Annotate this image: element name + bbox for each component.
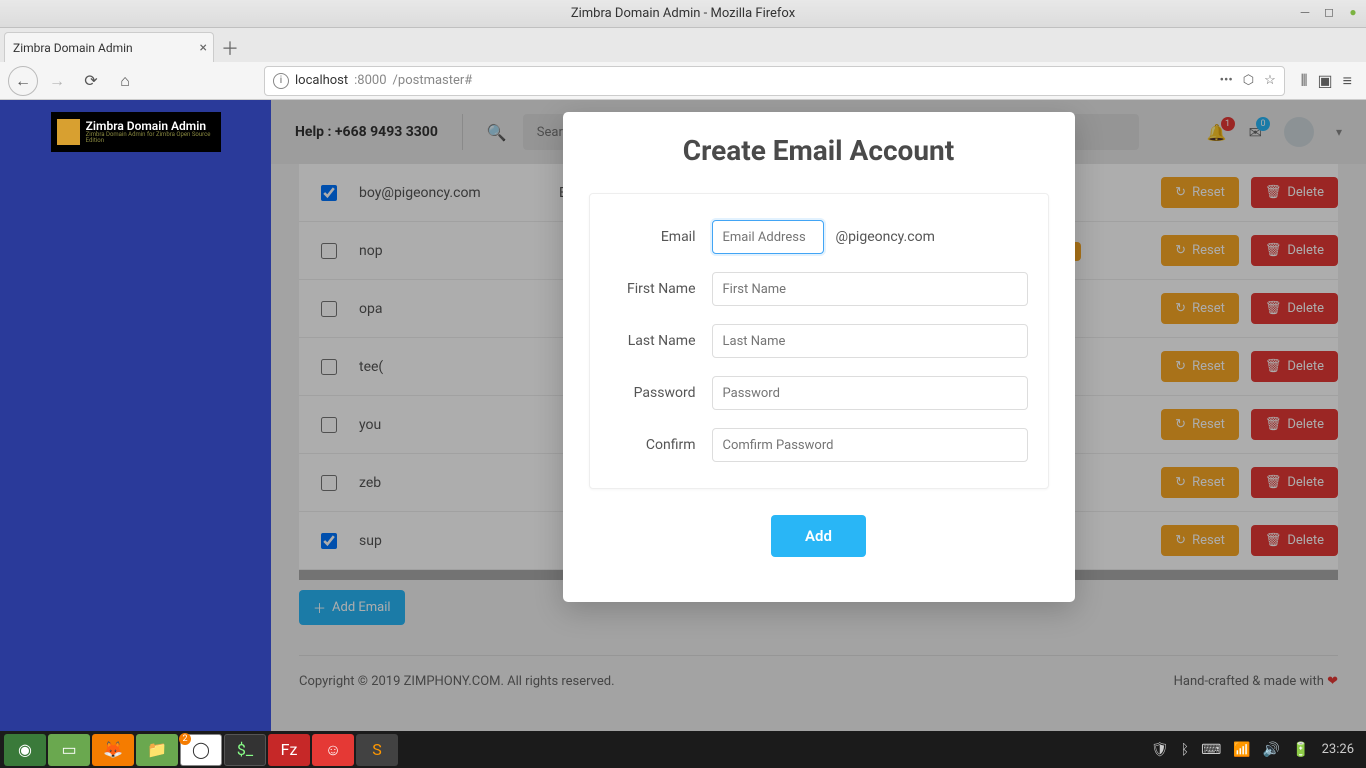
create-account-modal: Create Email Account Email @pigeoncy.com…	[563, 112, 1075, 602]
password-input[interactable]	[712, 376, 1028, 410]
email-domain: @pigeoncy.com	[824, 229, 935, 245]
shield-icon[interactable]: 🛡	[1151, 742, 1169, 758]
confirm-label: Confirm	[610, 437, 712, 453]
start-menu-icon[interactable]: ◉	[4, 734, 46, 766]
window-close-icon[interactable]: ●	[1346, 5, 1360, 19]
tab-title: Zimbra Domain Admin	[13, 41, 133, 55]
last-name-label: Last Name	[610, 333, 712, 349]
sidebar: Zimbra Domain Admin Zimbra Domain Admin …	[0, 100, 271, 731]
browser-tab[interactable]: Zimbra Domain Admin ×	[4, 32, 214, 62]
window-title: Zimbra Domain Admin - Mozilla Firefox	[571, 6, 795, 21]
email-label: Email	[610, 229, 712, 245]
last-name-input[interactable]	[712, 324, 1028, 358]
new-tab-button[interactable]: ＋	[214, 34, 246, 62]
reload-button[interactable]: ⟳	[76, 66, 106, 96]
modal-form: Email @pigeoncy.com First Name Last Name…	[589, 193, 1049, 489]
window-minimize-icon[interactable]: －	[1298, 5, 1312, 19]
pocket-icon[interactable]: ⬡	[1243, 73, 1254, 88]
email-input[interactable]	[712, 220, 824, 254]
first-name-label: First Name	[610, 281, 712, 297]
url-path: /postmaster#	[393, 73, 473, 88]
browser-tab-strip: Zimbra Domain Admin × ＋	[0, 28, 1366, 62]
wifi-icon[interactable]: 📶	[1233, 742, 1250, 758]
app-root: Zimbra Domain Admin Zimbra Domain Admin …	[0, 100, 1366, 731]
logo-subtitle: Zimbra Domain Admin for Zimbra Open Sour…	[86, 132, 215, 144]
taskbar-filezilla-icon[interactable]: Fz	[268, 734, 310, 766]
password-label: Password	[610, 385, 712, 401]
main-panel: Help : +668 9493 3300 🔍 🔔 1 ✉ 0 ▾ boy@pi…	[271, 100, 1366, 731]
hamburger-menu-icon[interactable]: ≡	[1343, 71, 1352, 91]
modal-add-button[interactable]: Add	[771, 515, 866, 557]
window-titlebar: Zimbra Domain Admin - Mozilla Firefox － …	[0, 0, 1366, 28]
sidebar-logo[interactable]: Zimbra Domain Admin Zimbra Domain Admin …	[51, 112, 221, 152]
taskbar-firefox-icon[interactable]: 🦊	[92, 734, 134, 766]
tab-close-icon[interactable]: ×	[200, 40, 207, 56]
forward-button[interactable]: →	[42, 66, 72, 96]
show-desktop-icon[interactable]: ▭	[48, 734, 90, 766]
site-info-icon[interactable]: i	[273, 73, 289, 89]
volume-icon[interactable]: 🔊	[1263, 742, 1280, 758]
bluetooth-icon[interactable]: ᛒ	[1181, 742, 1189, 758]
first-name-input[interactable]	[712, 272, 1028, 306]
back-button[interactable]: ←	[8, 66, 38, 96]
chrome-badge: 2	[179, 733, 191, 745]
keyboard-icon[interactable]: ⌨	[1201, 742, 1221, 758]
clock[interactable]: 23:26	[1322, 742, 1354, 757]
desktop-taskbar: ◉ ▭ 🦊 📁 2◯ $_ Fz ☺ S 🛡 ᛒ ⌨ 📶 🔊 🔋 23:26	[0, 731, 1366, 768]
battery-icon[interactable]: 🔋	[1292, 742, 1309, 758]
taskbar-app-icon[interactable]: ☺	[312, 734, 354, 766]
taskbar-chrome-icon[interactable]: 2◯	[180, 734, 222, 766]
url-bar[interactable]: i localhost :8000/postmaster# ••• ⬡ ☆	[264, 66, 1285, 96]
bookmark-star-icon[interactable]: ☆	[1264, 73, 1276, 88]
library-icon[interactable]: ⫴	[1301, 71, 1308, 91]
home-button[interactable]: ⌂	[110, 66, 140, 96]
browser-nav-bar: ← → ⟳ ⌂ i localhost :8000/postmaster# •••…	[0, 62, 1366, 100]
modal-overlay[interactable]: Create Email Account Email @pigeoncy.com…	[271, 100, 1366, 731]
taskbar-terminal-icon[interactable]: $_	[224, 734, 266, 766]
url-host: localhost	[295, 73, 348, 88]
url-port: :8000	[354, 73, 386, 88]
confirm-input[interactable]	[712, 428, 1028, 462]
reader-icon[interactable]: ▣	[1318, 71, 1333, 90]
taskbar-files-icon[interactable]: 📁	[136, 734, 178, 766]
page-actions-icon[interactable]: •••	[1220, 73, 1233, 88]
taskbar-sublime-icon[interactable]: S	[356, 734, 398, 766]
logo-icon	[57, 119, 80, 145]
window-maximize-icon[interactable]: ◻	[1322, 5, 1336, 19]
modal-title: Create Email Account	[589, 134, 1049, 167]
